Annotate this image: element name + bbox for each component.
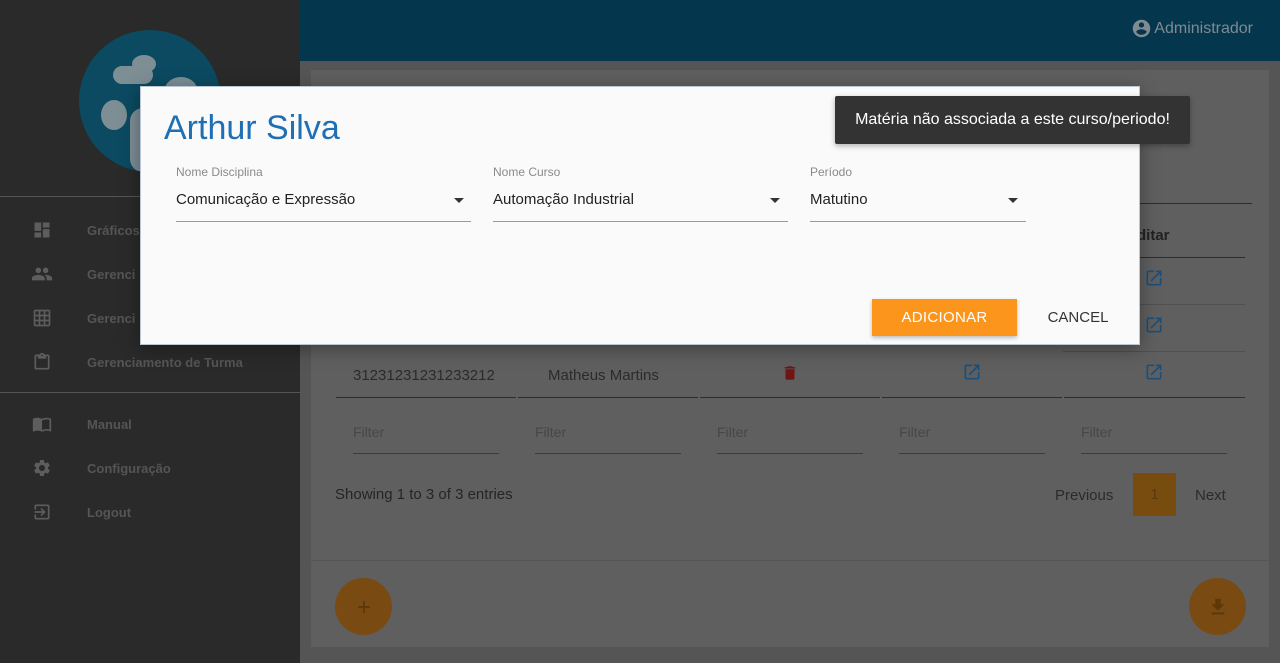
sidebar-item-turma[interactable]: Gerenciamento de Turma	[0, 342, 300, 382]
filter-input[interactable]: Filter	[535, 424, 566, 440]
sidebar-item-label: Gráficos	[87, 222, 140, 238]
snackbar-message: Matéria não associada a este curso/perio…	[835, 96, 1190, 144]
delete-icon[interactable]	[781, 363, 799, 383]
gear-icon	[31, 457, 53, 479]
field-value: Comunicação e Expressão	[176, 191, 356, 208]
download-icon	[1211, 598, 1224, 614]
dialog-title: Arthur Silva	[164, 109, 340, 147]
dropdown-arrow-icon	[454, 198, 464, 203]
sidebar-item-label: Configuração	[87, 460, 171, 476]
filter-input[interactable]: Filter	[1081, 424, 1112, 440]
pagination-page-1[interactable]: 1	[1133, 473, 1176, 516]
sidebar-item-configuracao[interactable]: Configuração	[0, 448, 300, 488]
card-footer-divider	[311, 560, 1269, 561]
field-value: Automação Industrial	[493, 191, 634, 208]
filter-input[interactable]: Filter	[717, 424, 748, 440]
sidebar-item-manual[interactable]: Manual	[0, 404, 300, 444]
row-underline	[518, 397, 698, 398]
field-underline	[176, 221, 471, 222]
pagination-next[interactable]: Next	[1195, 487, 1226, 504]
open-in-new-icon[interactable]	[1144, 268, 1164, 288]
filter-underline	[1081, 453, 1227, 454]
filter-underline	[535, 453, 681, 454]
user-menu[interactable]: Administrador	[1131, 18, 1253, 39]
account-icon	[1133, 19, 1151, 38]
filter-underline	[353, 453, 499, 454]
sidebar-item-logout[interactable]: Logout	[0, 492, 300, 532]
sidebar-item-label: Gerenciamento de Turma	[87, 354, 243, 370]
logout-icon	[31, 501, 53, 523]
clipboard-icon	[31, 351, 53, 373]
cancel-button[interactable]: CANCEL	[1034, 299, 1122, 336]
select-periodo[interactable]: Período Matutino	[810, 165, 1026, 222]
add-fab-button[interactable]	[335, 578, 392, 635]
dropdown-arrow-icon	[770, 198, 780, 203]
download-fab-button[interactable]	[1189, 578, 1246, 635]
open-in-new-icon[interactable]	[962, 362, 982, 382]
field-label: Nome Disciplina	[176, 165, 263, 179]
row-underline	[336, 397, 516, 398]
row-underline	[882, 397, 1062, 398]
pagination-previous[interactable]: Previous	[1055, 487, 1113, 504]
open-in-new-icon[interactable]	[1144, 315, 1164, 335]
book-icon	[31, 413, 53, 435]
sidebar-divider	[0, 392, 300, 393]
field-label: Nome Curso	[493, 165, 561, 179]
row-divider	[1063, 351, 1245, 352]
filter-underline	[717, 453, 863, 454]
sidebar-item-label: Logout	[87, 504, 132, 520]
column-header-editar[interactable]: ditar	[1137, 227, 1170, 244]
filter-underline	[899, 453, 1045, 454]
table-cell-id: 31231231231233212	[353, 367, 495, 384]
filter-input[interactable]: Filter	[899, 424, 930, 440]
adicionar-button[interactable]: ADICIONAR	[872, 299, 1017, 336]
field-value: Matutino	[810, 191, 868, 208]
grid-icon	[31, 307, 53, 329]
filter-input[interactable]: Filter	[353, 424, 384, 440]
field-label: Período	[810, 165, 853, 179]
plus-icon	[357, 600, 370, 613]
sidebar-item-label: Gerenciamento de Alunos	[87, 266, 135, 282]
entries-info: Showing 1 to 3 of 3 entries	[335, 486, 513, 503]
table-cell-name: Matheus Martins	[548, 367, 659, 384]
user-name: Administrador	[1154, 19, 1253, 37]
dropdown-arrow-icon	[1008, 198, 1018, 203]
open-in-new-icon[interactable]	[1144, 362, 1164, 382]
select-nome-curso[interactable]: Nome Curso Automação Industrial	[493, 165, 788, 222]
sidebar-item-label: Manual	[87, 416, 132, 432]
people-icon	[31, 263, 53, 285]
top-bar: Administrador	[300, 0, 1280, 61]
dashboard-icon	[31, 219, 53, 241]
sidebar-item-label: Gerenciamento de Disciplinas	[87, 310, 135, 326]
field-underline	[493, 221, 788, 222]
row-underline	[700, 397, 880, 398]
select-nome-disciplina[interactable]: Nome Disciplina Comunicação e Expressão	[176, 165, 471, 222]
row-underline	[1064, 397, 1245, 398]
field-underline	[810, 221, 1026, 222]
